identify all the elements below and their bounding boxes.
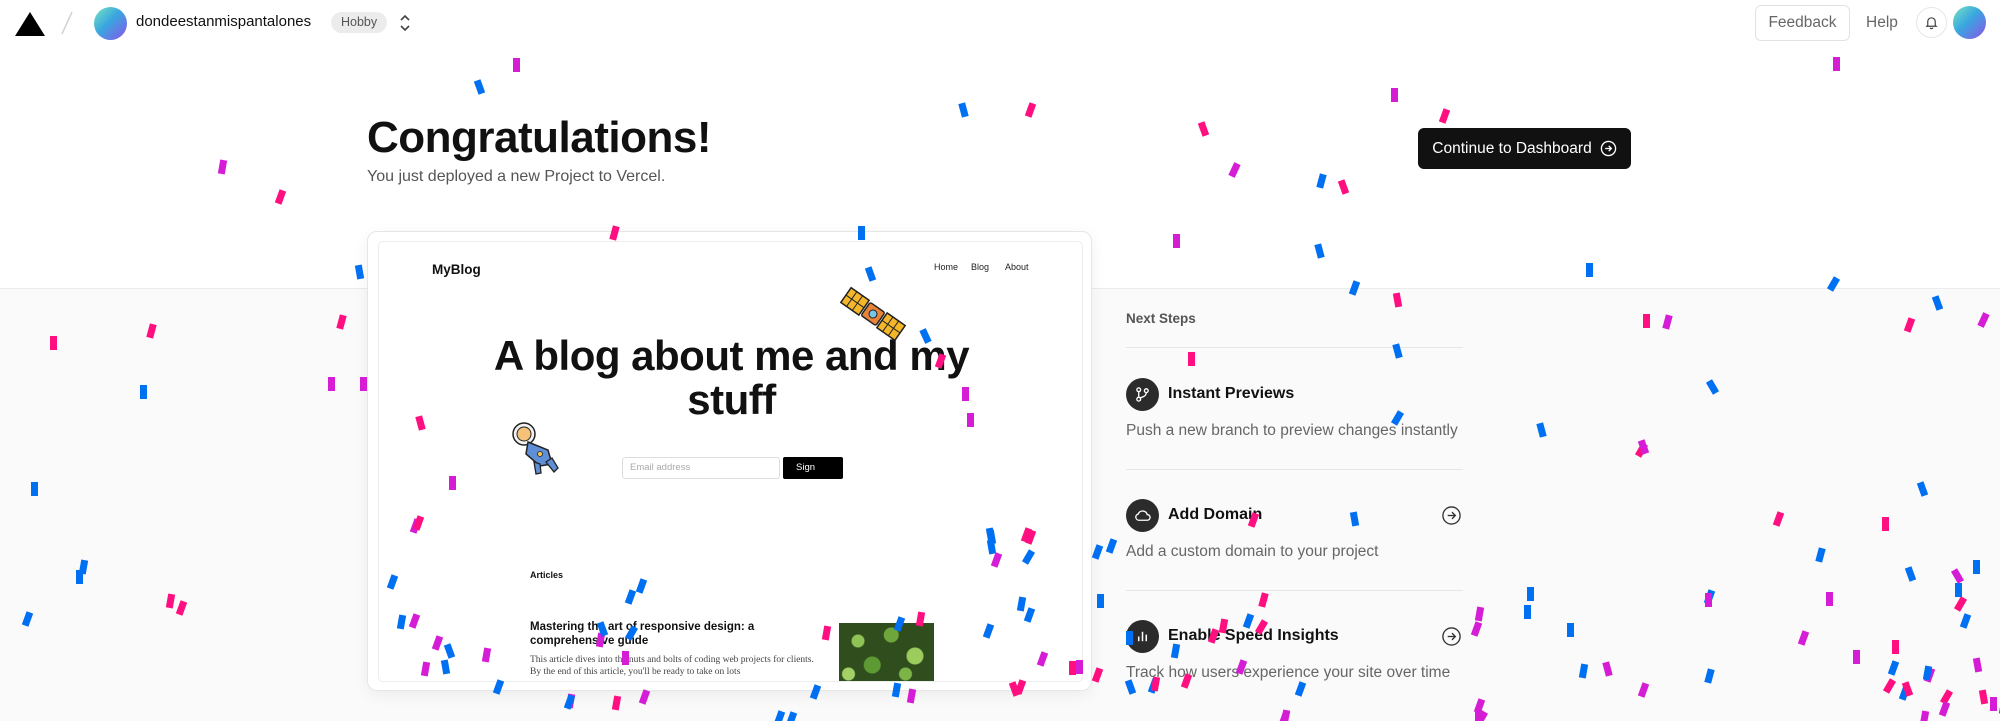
chevron-up-down-icon[interactable] (398, 13, 412, 33)
confetti-piece (274, 189, 287, 205)
step-instant-previews-description: Push a new branch to preview changes ins… (1126, 422, 1458, 439)
top-navbar: dondeestanmispantalones Hobby Feedback H… (0, 0, 2000, 46)
preview-nav-home: Home (934, 262, 959, 272)
confetti-piece (473, 79, 486, 95)
preview-blog-brand: MyBlog (432, 262, 481, 277)
confetti-piece (1314, 243, 1325, 259)
step-instant-previews-title[interactable]: Instant Previews (1168, 385, 1294, 403)
confetti-piece (1173, 234, 1180, 248)
preview-articles-heading: Articles (530, 570, 564, 580)
user-avatar[interactable] (1953, 6, 1986, 39)
confetti-piece (1391, 88, 1398, 102)
confetti-piece (1316, 173, 1327, 189)
confetti-piece (217, 159, 228, 175)
arrow-circle-right-icon[interactable] (1441, 626, 1462, 647)
vercel-logo-icon[interactable] (14, 11, 46, 37)
step-add-domain-description: Add a custom domain to your project (1126, 543, 1379, 560)
team-name[interactable]: dondeestanmispantalones (136, 13, 311, 30)
bar-chart-icon (1137, 631, 1148, 642)
confetti-piece (1438, 108, 1451, 124)
preview-article-excerpt: This article dives into the nuts and bol… (530, 655, 814, 677)
arrow-circle-right-icon[interactable] (1441, 505, 1462, 526)
astronaut-icon (512, 422, 559, 475)
step-add-domain-icon-wrap (1126, 499, 1159, 532)
notifications-button[interactable] (1916, 7, 1947, 38)
page-subtitle: You just deployed a new Project to Verce… (367, 168, 666, 185)
step-speed-insights-description: Track how users experience your site ove… (1126, 664, 1451, 681)
plan-badge: Hobby (331, 12, 388, 33)
confetti-piece (1228, 162, 1241, 178)
step-speed-insights-title[interactable]: Enable Speed Insights (1168, 627, 1339, 645)
arrow-circle-right-icon (1600, 140, 1616, 157)
confetti-piece (1024, 102, 1037, 118)
preview-headline: A blog about me and my stuff (493, 332, 970, 423)
confetti-piece (513, 58, 520, 72)
continue-to-dashboard-button[interactable]: Continue to Dashboard (1418, 128, 1631, 169)
git-branch-icon (1136, 387, 1149, 402)
deployment-preview-screenshot: MyBlog Home Blog About A blog about me a… (378, 241, 1083, 682)
confetti-piece (1586, 263, 1593, 277)
help-link[interactable]: Help (1866, 14, 1898, 32)
preview-email-field: Email address (622, 457, 780, 479)
confetti-piece (1337, 179, 1350, 195)
step-instant-previews-icon-wrap (1126, 378, 1159, 411)
breadcrumb-separator-icon (61, 11, 73, 35)
confetti-piece (1197, 121, 1210, 137)
preview-article-title: Mastering the art of responsive design: … (530, 621, 755, 647)
feedback-button[interactable]: Feedback (1755, 5, 1850, 41)
preview-nav-about: About (1005, 262, 1029, 272)
next-steps-divider (1126, 347, 1463, 348)
confetti-piece (1833, 57, 1840, 71)
continue-button-label: Continue to Dashboard (1432, 139, 1592, 157)
page-title: Congratulations! (367, 113, 711, 162)
next-steps-heading: Next Steps (1126, 311, 1196, 326)
team-avatar[interactable] (94, 7, 127, 40)
bell-icon (1925, 17, 1938, 30)
preview-sign-button: Sign (783, 457, 843, 479)
preview-article-thumbnail (839, 623, 934, 681)
step-speed-insights-icon-wrap (1126, 620, 1159, 653)
next-steps-divider (1126, 590, 1463, 591)
confetti-piece (958, 102, 969, 118)
confetti-piece (354, 264, 365, 280)
satellite-icon (839, 286, 907, 342)
deployment-preview-card[interactable]: MyBlog Home Blog About A blog about me a… (367, 231, 1092, 691)
step-add-domain-title[interactable]: Add Domain (1168, 506, 1262, 524)
preview-nav-blog: Blog (971, 262, 990, 272)
next-steps-divider (1126, 469, 1463, 470)
cloud-icon (1135, 510, 1151, 521)
